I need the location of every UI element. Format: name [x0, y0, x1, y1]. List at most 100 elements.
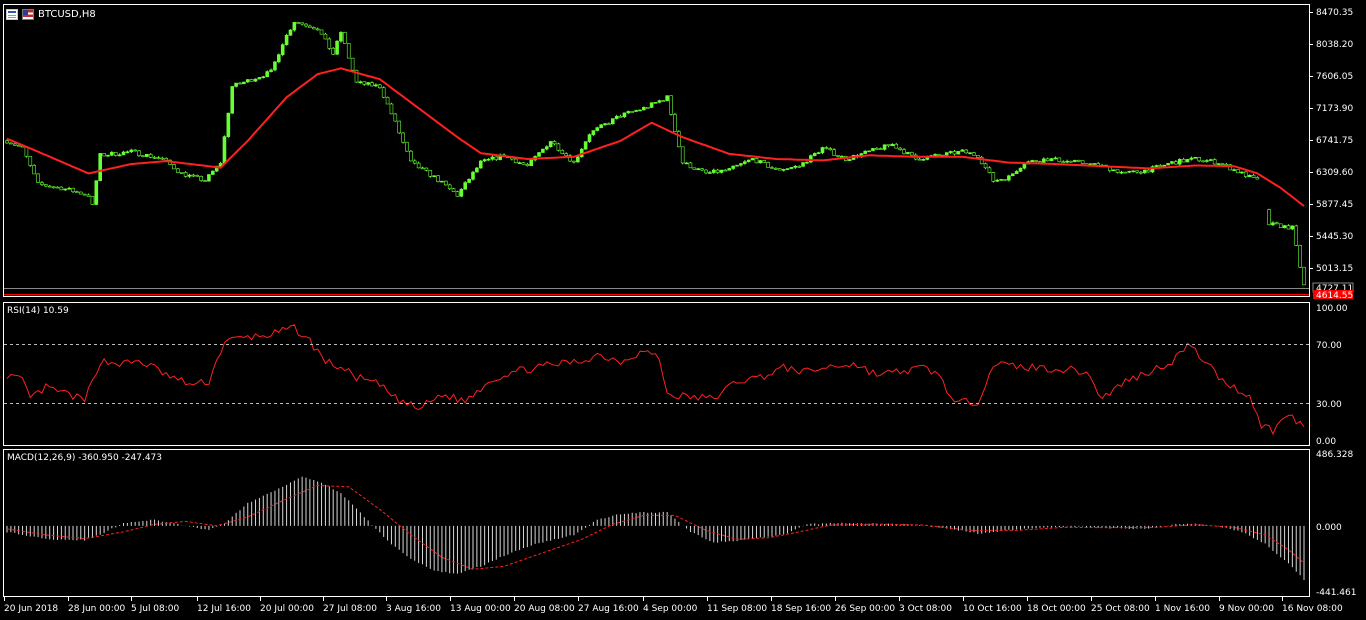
- candle-body: [595, 127, 600, 131]
- candle: [1247, 174, 1252, 178]
- candle-body: [999, 179, 1003, 181]
- macd-axis: 486.328 0.000 -441.461: [1316, 450, 1356, 598]
- candle: [482, 158, 487, 162]
- candle: [727, 167, 732, 171]
- candle-body: [711, 169, 716, 173]
- table-icon[interactable]: [6, 8, 18, 20]
- candle-body: [801, 162, 805, 167]
- candle-body: [882, 144, 887, 150]
- candle-body: [273, 61, 277, 71]
- candle-body: [102, 153, 106, 157]
- candle-body: [529, 159, 534, 167]
- candle: [1193, 157, 1198, 159]
- candle-body: [397, 120, 402, 134]
- candle-body: [762, 160, 767, 163]
- candle: [9, 142, 13, 145]
- candle-body: [1142, 169, 1147, 174]
- candle-body: [1220, 163, 1225, 165]
- candle-body: [1216, 163, 1221, 165]
- candle-body: [789, 167, 794, 169]
- candle: [863, 150, 867, 155]
- candle-body: [106, 154, 110, 157]
- candle: [898, 146, 902, 151]
- candle-body: [129, 149, 134, 153]
- candle: [440, 180, 444, 183]
- candle: [249, 78, 254, 82]
- candle-body: [1111, 169, 1116, 172]
- trading-chart[interactable]: 8470.35 8038.20 7606.05 7173.90 6741.75 …: [0, 0, 1366, 620]
- candle-body: [715, 169, 720, 173]
- candle: [673, 112, 677, 132]
- rsi-tick-label: 30.00: [1316, 400, 1342, 410]
- candle-body: [560, 149, 565, 154]
- candle: [999, 178, 1003, 181]
- time-tick-label: 27 Jul 08:00: [323, 604, 377, 614]
- candle: [183, 171, 188, 178]
- candle-body: [1022, 163, 1027, 169]
- candle-body: [137, 150, 141, 156]
- candle-body: [280, 44, 285, 55]
- candle: [661, 100, 666, 102]
- candle: [308, 24, 312, 28]
- candle-body: [482, 159, 487, 162]
- main-panel-frame: [3, 4, 1310, 297]
- candle: [475, 166, 479, 173]
- candle-body: [304, 23, 308, 27]
- candle: [277, 53, 281, 64]
- candle-body: [991, 172, 996, 182]
- candle: [805, 161, 809, 165]
- candle: [750, 158, 755, 161]
- candle-body: [618, 115, 623, 118]
- candle: [739, 162, 743, 167]
- candle-body: [739, 163, 743, 166]
- time-tick-label: 27 Aug 16:00: [578, 604, 639, 614]
- candle-body: [67, 187, 71, 190]
- candle: [242, 81, 246, 85]
- candle: [1131, 170, 1135, 173]
- candle-body: [183, 172, 188, 177]
- flag-icon[interactable]: [22, 8, 34, 20]
- candle-body: [490, 156, 495, 160]
- candle-body: [1166, 163, 1170, 166]
- candle-body: [525, 164, 530, 167]
- candle: [1174, 160, 1178, 165]
- candle-body: [44, 184, 48, 187]
- candle: [987, 166, 992, 174]
- candle-body: [746, 159, 751, 162]
- candle-body: [513, 158, 518, 164]
- candle-body: [1212, 159, 1217, 165]
- candle: [86, 193, 91, 197]
- candle-body: [976, 155, 980, 158]
- candle-body: [28, 155, 33, 166]
- candle: [944, 152, 949, 156]
- candle-body: [1294, 225, 1299, 246]
- candle-body: [964, 149, 968, 154]
- candle: [98, 153, 102, 182]
- time-tick-label: 1 Nov 16:00: [1155, 604, 1210, 614]
- candle: [719, 169, 724, 174]
- candle: [723, 169, 728, 172]
- candle: [1302, 266, 1306, 286]
- candle: [1298, 244, 1302, 269]
- candle-body: [288, 29, 293, 36]
- candle-body: [719, 169, 724, 173]
- candle: [362, 81, 367, 86]
- candle: [12, 143, 17, 147]
- candle-body: [805, 161, 809, 164]
- candle-body: [94, 180, 99, 205]
- candle: [847, 158, 852, 161]
- candle: [222, 135, 227, 165]
- candle-body: [743, 161, 747, 164]
- candle: [777, 168, 782, 171]
- candle: [1290, 225, 1295, 231]
- candle: [789, 167, 794, 169]
- candle: [1294, 224, 1299, 247]
- candle-body: [1038, 161, 1042, 163]
- candle-body: [234, 82, 238, 87]
- candle-body: [688, 162, 693, 169]
- candle-body: [642, 107, 646, 111]
- candle: [754, 157, 759, 164]
- candle-body: [1131, 170, 1135, 173]
- time-tick-label: 20 Jun 2018: [4, 604, 58, 614]
- candle-body: [370, 82, 374, 87]
